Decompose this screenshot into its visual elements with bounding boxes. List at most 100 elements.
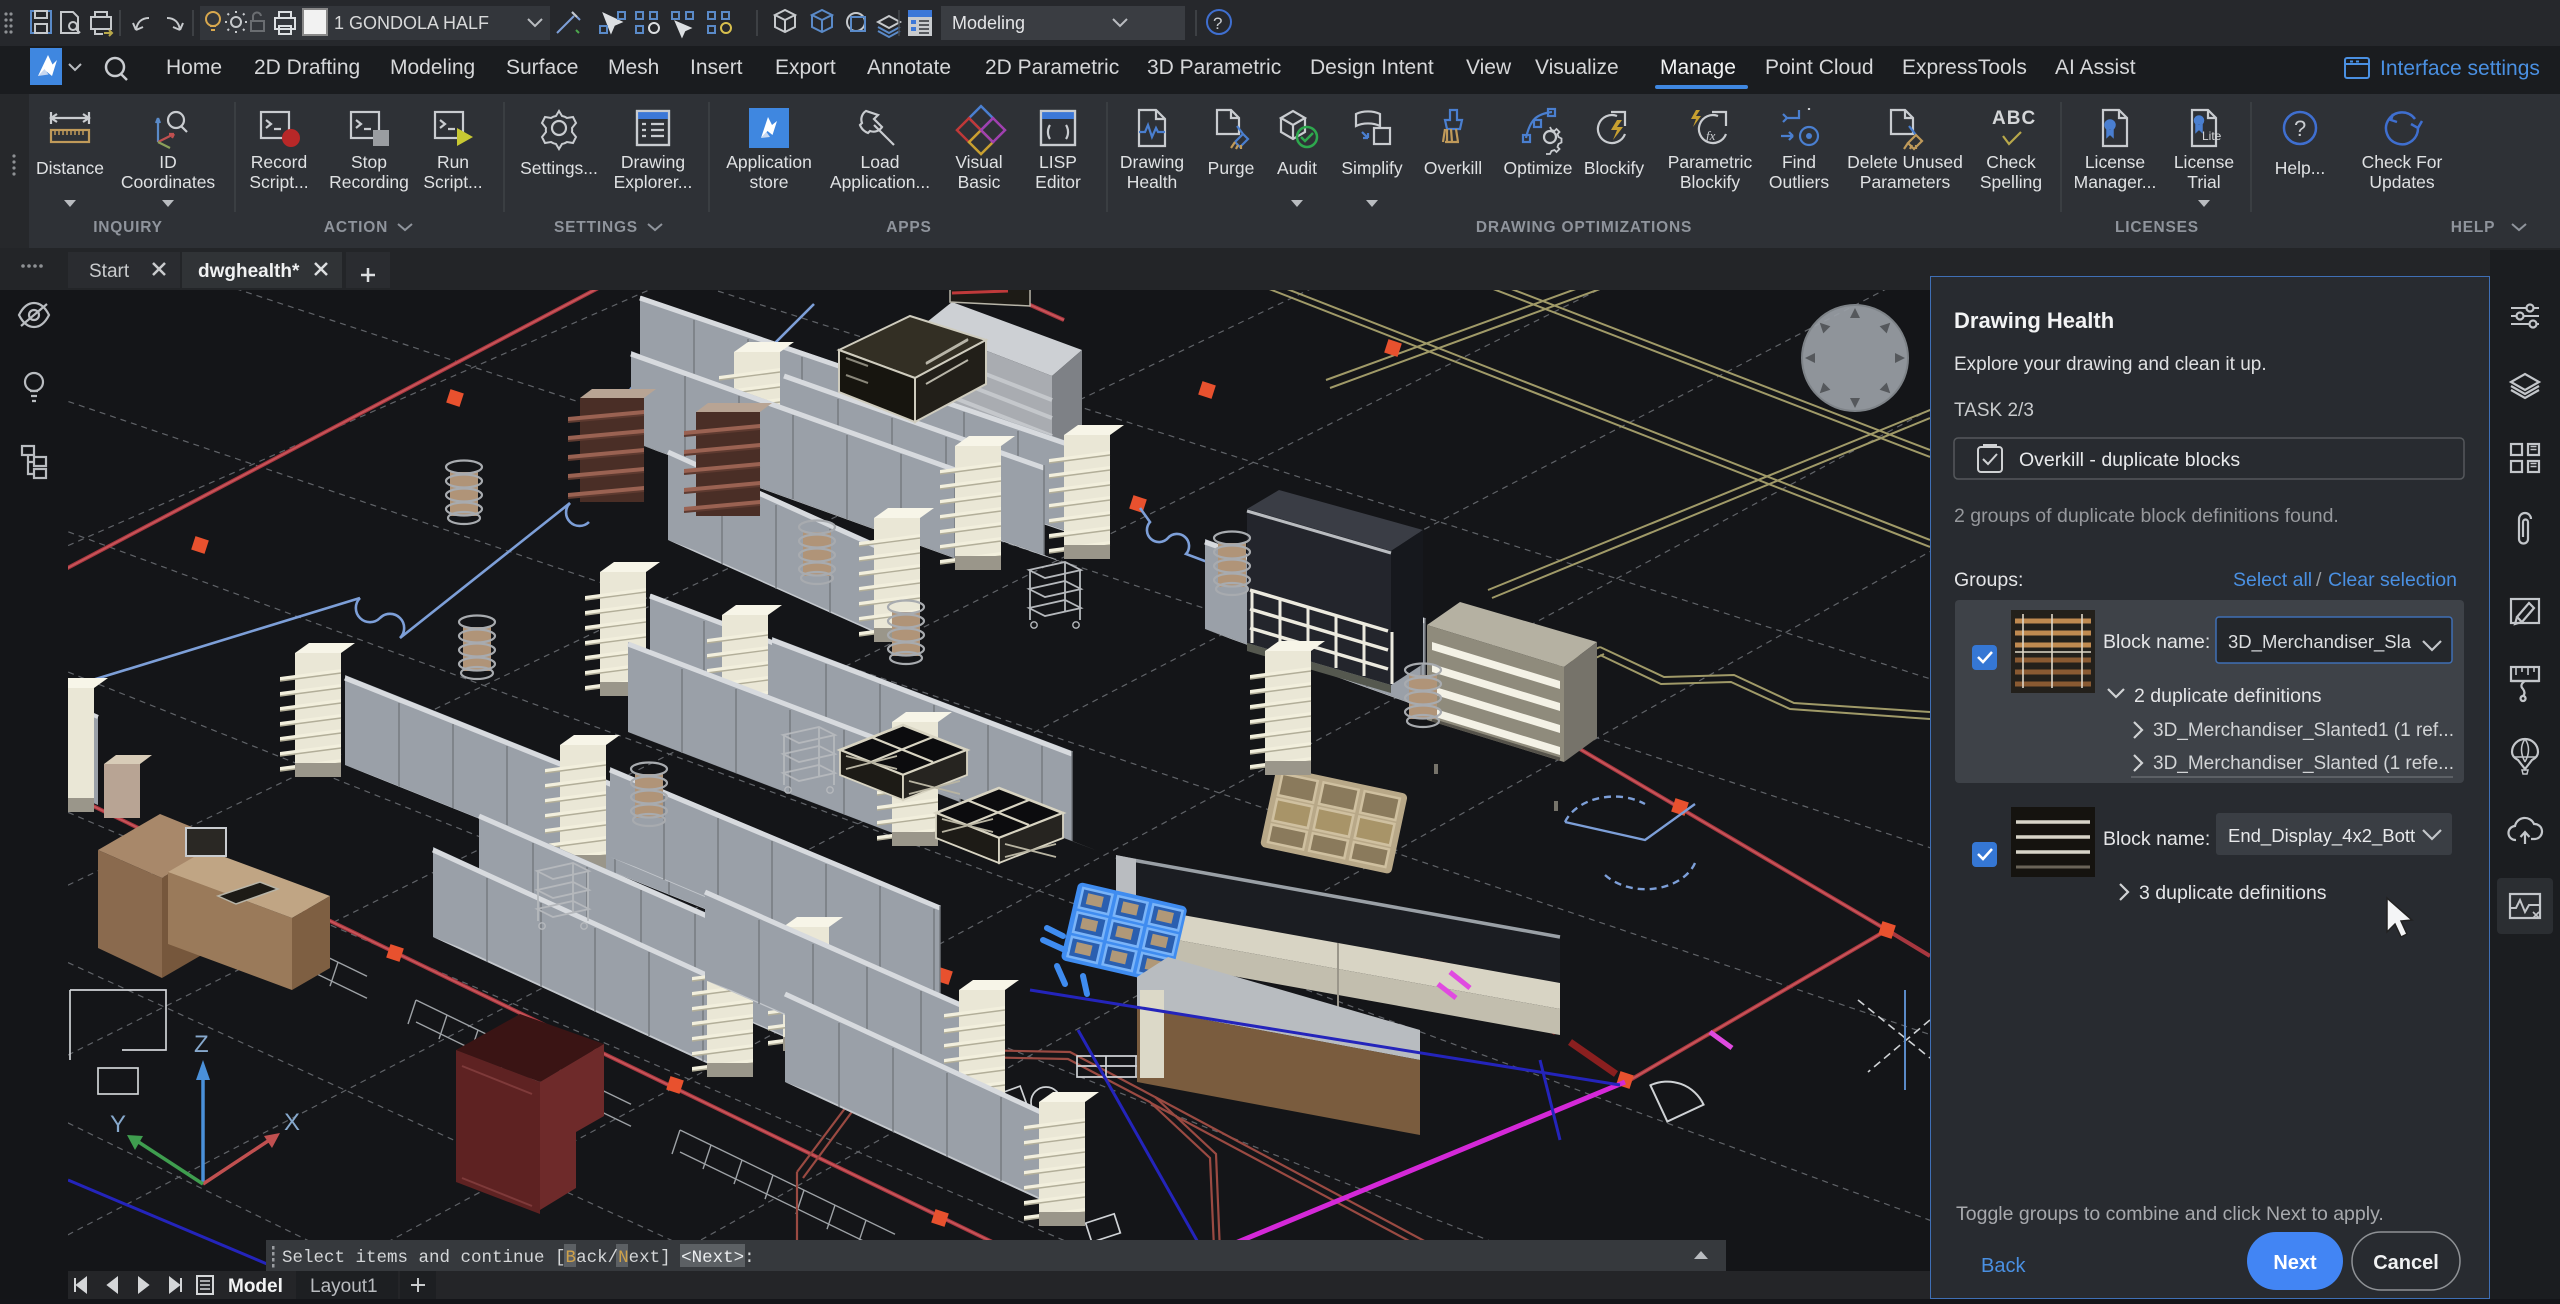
svg-text:Editor: Editor — [1035, 172, 1081, 192]
svg-text:Coordinates: Coordinates — [121, 172, 216, 192]
svg-text:Point Cloud: Point Cloud — [1765, 56, 1874, 79]
svg-text:Load: Load — [861, 152, 900, 172]
svg-text:dwghealth*: dwghealth* — [198, 261, 300, 282]
svg-text:Explorer...: Explorer... — [614, 172, 693, 192]
svg-text:LICENSES: LICENSES — [2115, 219, 2199, 236]
svg-text:Clear selection: Clear selection — [2328, 569, 2457, 591]
svg-text:Export: Export — [775, 56, 836, 79]
svg-text:Select all: Select all — [2233, 569, 2312, 591]
svg-text:3D Parametric: 3D Parametric — [1147, 56, 1281, 79]
svg-text:INQUIRY: INQUIRY — [93, 219, 163, 236]
svg-text:Health: Health — [1127, 172, 1178, 192]
svg-text:HELP: HELP — [2451, 219, 2496, 236]
svg-text:Model: Model — [228, 1276, 283, 1297]
svg-text:Surface: Surface — [506, 56, 578, 79]
svg-text:Basic: Basic — [958, 172, 1001, 192]
svg-text:Parametric: Parametric — [1668, 152, 1753, 172]
svg-text:Drawing: Drawing — [1120, 152, 1184, 172]
svg-text:APPS: APPS — [886, 219, 931, 236]
svg-text:Interface settings: Interface settings — [2380, 57, 2540, 80]
svg-text:AI Assist: AI Assist — [2055, 56, 2136, 79]
svg-text:Application...: Application... — [830, 172, 930, 192]
svg-text:2 groups of duplicate block de: 2 groups of duplicate block definitions … — [1954, 505, 2339, 527]
svg-text:Record: Record — [251, 152, 307, 172]
svg-text:Blockify: Blockify — [1680, 172, 1741, 192]
svg-text:Overkill: Overkill — [1424, 158, 1482, 178]
svg-text:Block name:: Block name: — [2103, 828, 2210, 850]
svg-text:ACTION: ACTION — [324, 219, 388, 236]
svg-text:Mesh: Mesh — [608, 56, 659, 79]
svg-text:Layout1: Layout1 — [310, 1276, 378, 1297]
svg-text:Drawing Health: Drawing Health — [1954, 308, 2114, 333]
svg-text:Check: Check — [1986, 152, 2036, 172]
svg-text:3D_Merchandiser_Slanted (1 ref: 3D_Merchandiser_Slanted (1 refe... — [2153, 753, 2454, 774]
svg-text:Z: Z — [194, 1031, 209, 1058]
svg-text:Modeling: Modeling — [390, 56, 475, 79]
svg-text:Purge: Purge — [1208, 158, 1255, 178]
svg-text:3D_Merchandiser_Sla: 3D_Merchandiser_Sla — [2228, 631, 2412, 653]
svg-text:2 duplicate definitions: 2 duplicate definitions — [2134, 685, 2322, 707]
svg-text:/: / — [2316, 569, 2322, 591]
svg-text:LISP: LISP — [1039, 152, 1077, 172]
svg-text:Manager...: Manager... — [2074, 172, 2157, 192]
svg-text:Home: Home — [166, 56, 222, 79]
svg-text:Start: Start — [89, 261, 130, 282]
svg-text:3D_Merchandiser_Slanted1 (1 re: 3D_Merchandiser_Slanted1 (1 ref... — [2153, 720, 2454, 741]
svg-text:License: License — [2085, 152, 2145, 172]
svg-text:2D Parametric: 2D Parametric — [985, 56, 1119, 79]
svg-text:Recording: Recording — [329, 172, 409, 192]
svg-text:TASK 2/3: TASK 2/3 — [1954, 400, 2034, 421]
svg-text:Visualize: Visualize — [1535, 56, 1619, 79]
svg-text:Design Intent: Design Intent — [1310, 56, 1434, 79]
svg-text:Application: Application — [726, 152, 812, 172]
svg-text:Outliers: Outliers — [1769, 172, 1830, 192]
svg-text:Parameters: Parameters — [1860, 172, 1951, 192]
svg-text:Blockify: Blockify — [1584, 158, 1645, 178]
svg-text:Find: Find — [1782, 152, 1816, 172]
svg-text:Distance: Distance — [36, 158, 104, 178]
svg-text:Trial: Trial — [2187, 172, 2220, 192]
svg-text:Settings...: Settings... — [520, 158, 598, 178]
svg-text:SETTINGS: SETTINGS — [554, 219, 638, 236]
svg-text:fx: fx — [1706, 128, 1716, 143]
svg-text:Explore your drawing and clean: Explore your drawing and clean it up. — [1954, 354, 2267, 375]
svg-text:ID: ID — [159, 152, 177, 172]
svg-text:License: License — [2174, 152, 2234, 172]
svg-text:Delete Unused: Delete Unused — [1847, 152, 1963, 172]
svg-text:Optimize: Optimize — [1503, 158, 1572, 178]
svg-text:X: X — [284, 1109, 300, 1136]
svg-text:DRAWING OPTIMIZATIONS: DRAWING OPTIMIZATIONS — [1476, 219, 1692, 236]
svg-text:Help...: Help... — [2275, 158, 2326, 178]
svg-text:Drawing: Drawing — [621, 152, 685, 172]
svg-text:store: store — [750, 172, 789, 192]
svg-text:Spelling: Spelling — [1980, 172, 2042, 192]
svg-text:Simplify: Simplify — [1341, 158, 1403, 178]
svg-text:ABC: ABC — [1992, 108, 2036, 129]
svg-text:Script...: Script... — [249, 172, 308, 192]
svg-text:End_Display_4x2_Bott: End_Display_4x2_Bott — [2228, 825, 2415, 847]
svg-text:3 duplicate definitions: 3 duplicate definitions — [2139, 882, 2327, 904]
svg-text:Modeling: Modeling — [952, 13, 1025, 33]
svg-text:Back: Back — [1981, 1255, 2026, 1277]
svg-text:Groups:: Groups: — [1954, 569, 2023, 591]
svg-text:Updates: Updates — [2369, 172, 2434, 192]
svg-text:Block name:: Block name: — [2103, 631, 2210, 653]
svg-text:Script...: Script... — [423, 172, 482, 192]
svg-text:ExpressTools: ExpressTools — [1902, 56, 2027, 79]
svg-text:1 GONDOLA HALF: 1 GONDOLA HALF — [334, 13, 489, 33]
svg-text:Toggle groups to combine and c: Toggle groups to combine and click Next … — [1956, 1203, 2384, 1225]
svg-text:Overkill - duplicate blocks: Overkill - duplicate blocks — [2019, 449, 2240, 471]
svg-text:Manage: Manage — [1660, 56, 1736, 79]
svg-text:Audit: Audit — [1277, 158, 1317, 178]
svg-text:Select items and continue [Bac: Select items and continue [Back/Next] <N… — [282, 1248, 755, 1268]
svg-text:Y: Y — [110, 1111, 126, 1138]
svg-text:Run: Run — [437, 152, 469, 172]
svg-text:Visual: Visual — [955, 152, 1002, 172]
svg-text:?: ? — [1213, 14, 1222, 33]
svg-text:Stop: Stop — [351, 152, 387, 172]
svg-text:2D Drafting: 2D Drafting — [254, 56, 360, 79]
svg-text:Annotate: Annotate — [867, 56, 951, 79]
svg-text:Insert: Insert — [690, 56, 743, 79]
svg-text:View: View — [1466, 56, 1512, 79]
svg-text:Lite: Lite — [2202, 129, 2222, 143]
